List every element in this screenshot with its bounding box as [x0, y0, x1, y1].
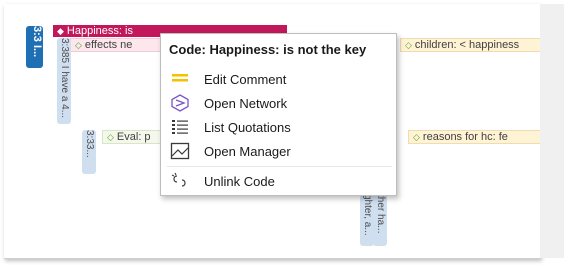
code-diamond-icon: ◇	[75, 40, 82, 50]
list-icon	[169, 118, 191, 136]
code-diamond-icon: ◇	[413, 132, 420, 142]
unlink-icon	[169, 172, 191, 190]
menu-item-label: Open Manager	[204, 143, 291, 159]
open-manager-menu-item[interactable]: Open Manager	[169, 140, 391, 162]
quotation-tab[interactable]: 3:33...	[82, 130, 96, 174]
code-label: Happiness: is	[66, 25, 133, 37]
code-diamond-icon: ◇	[405, 40, 412, 50]
quotation-tab[interactable]: ghter, a...	[360, 194, 374, 246]
context-menu: Code: Happiness: is not the key Edit Com…	[160, 33, 397, 196]
code-label: effects ne	[84, 39, 133, 51]
open-network-menu-item[interactable]: Open Network	[169, 92, 391, 114]
menu-item-label: List Quotations	[204, 119, 291, 135]
edit-comment-menu-item[interactable]: Edit Comment	[169, 68, 391, 90]
context-menu-header: Code: Happiness: is not the key	[169, 42, 367, 57]
menu-item-label: Open Network	[204, 95, 288, 111]
document-tab[interactable]: 3:3 I...	[26, 26, 43, 68]
menu-item-label: Edit Comment	[204, 71, 287, 87]
code-label: Eval: p	[116, 131, 151, 143]
menu-item-label: Unlink Code	[204, 173, 275, 189]
network-icon	[169, 94, 191, 112]
code-node-children[interactable]: ◇ children: < happiness	[400, 38, 540, 52]
code-diamond-icon: ◆	[57, 26, 64, 36]
unlink-code-menu-item[interactable]: Unlink Code	[169, 170, 391, 192]
code-label: reasons for hc: fe	[422, 131, 508, 143]
quotation-tab[interactable]: ther ha...	[373, 194, 387, 246]
comment-icon	[169, 70, 191, 88]
code-label: children: < happiness	[414, 39, 520, 51]
list-quotations-menu-item[interactable]: List Quotations	[169, 116, 391, 138]
scrollbar-track[interactable]	[540, 4, 564, 258]
manager-icon	[169, 142, 191, 160]
code-diamond-icon: ◇	[107, 132, 114, 142]
code-node-reasons[interactable]: ◇ reasons for hc: fe	[408, 130, 540, 144]
menu-separator	[167, 166, 392, 167]
quotation-tab[interactable]: 3:385 I have a 4...	[57, 38, 71, 124]
